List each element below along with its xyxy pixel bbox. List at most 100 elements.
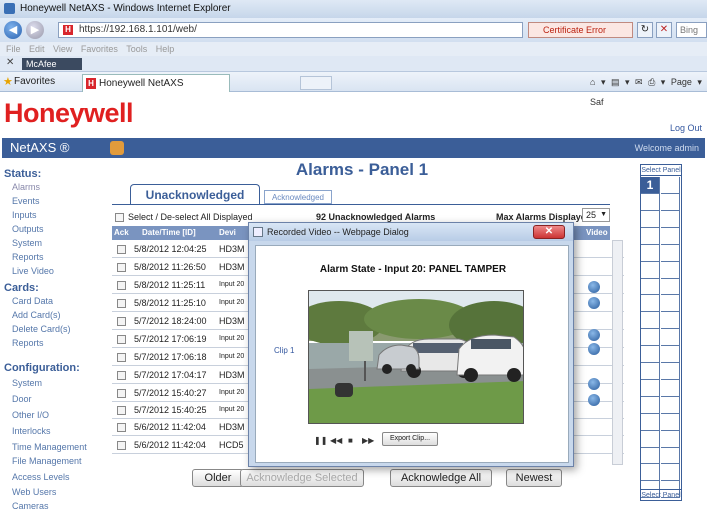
sidebar-item-live-video[interactable]: Live Video: [12, 266, 54, 276]
sidebar-item-cameras[interactable]: Cameras: [12, 501, 49, 511]
feeds-icon[interactable]: ▤: [611, 77, 620, 87]
home-icon[interactable]: [110, 141, 124, 155]
panel-cell[interactable]: [641, 227, 660, 245]
panel-cell[interactable]: [661, 379, 680, 397]
panel-cell[interactable]: [661, 210, 680, 228]
safety-menu[interactable]: Saf: [590, 97, 604, 107]
acknowledge-all-button[interactable]: Acknowledge All: [390, 469, 492, 487]
sidebar-item-reports[interactable]: Reports: [12, 252, 44, 262]
fast-forward-icon[interactable]: ▶▶: [362, 436, 374, 445]
row-checkbox[interactable]: [117, 245, 126, 254]
max-alarms-select[interactable]: 25 ▼: [582, 208, 610, 222]
table-scrollbar[interactable]: [612, 240, 623, 465]
play-video-icon[interactable]: [588, 394, 600, 406]
browser-tab[interactable]: H Honeywell NetAXS: [82, 74, 230, 92]
row-checkbox[interactable]: [117, 263, 126, 272]
panel-cell[interactable]: [641, 430, 660, 448]
panel-cell[interactable]: [641, 379, 660, 397]
sidebar-item-file-management[interactable]: File Management: [12, 456, 82, 466]
panel-cell-selected[interactable]: 1: [641, 177, 660, 194]
panel-cell[interactable]: [661, 447, 680, 465]
panel-cell[interactable]: [661, 278, 680, 296]
sidebar-item-card-reports[interactable]: Reports: [12, 338, 44, 348]
panel-cell[interactable]: [641, 329, 660, 347]
panel-cell[interactable]: [641, 261, 660, 279]
close-toolbar-icon[interactable]: ✕: [6, 57, 14, 68]
select-all-checkbox[interactable]: [115, 213, 124, 223]
panel-cell[interactable]: [661, 413, 680, 431]
menu-bar[interactable]: File Edit View Favorites Tools Help: [0, 42, 707, 56]
panel-cell[interactable]: [661, 193, 680, 211]
play-video-icon[interactable]: [588, 343, 600, 355]
sidebar-item-inputs[interactable]: Inputs: [12, 210, 37, 220]
sidebar-item-access-levels[interactable]: Access Levels: [12, 472, 70, 482]
sidebar-item-other-io[interactable]: Other I/O: [12, 410, 49, 420]
row-checkbox[interactable]: [117, 371, 126, 380]
panel-cell[interactable]: [641, 362, 660, 380]
panel-cell[interactable]: [661, 261, 680, 279]
home-icon[interactable]: ⌂: [590, 77, 595, 87]
sidebar-item-system[interactable]: System: [12, 238, 42, 248]
address-bar[interactable]: H https://192.168.1.101/web/: [58, 22, 523, 38]
row-checkbox[interactable]: [117, 389, 126, 398]
sidebar-item-delete-cards[interactable]: Delete Card(s): [12, 324, 71, 334]
refresh-icon[interactable]: ↻: [637, 22, 653, 38]
panel-cell[interactable]: [641, 244, 660, 262]
stop-icon[interactable]: ■: [348, 436, 353, 445]
menu-items[interactable]: File Edit View Favorites Tools Help: [6, 44, 174, 54]
older-button[interactable]: Older: [192, 469, 244, 487]
sidebar-item-config-system[interactable]: System: [12, 378, 42, 388]
rewind-icon[interactable]: ◀◀: [330, 436, 342, 445]
panel-cell[interactable]: [661, 329, 680, 347]
panel-cell[interactable]: [641, 413, 660, 431]
sidebar-item-card-data[interactable]: Card Data: [12, 296, 53, 306]
play-video-icon[interactable]: [588, 329, 600, 341]
panel-cell[interactable]: [641, 447, 660, 465]
panel-cell[interactable]: [661, 295, 680, 313]
forward-icon[interactable]: ▶: [26, 21, 44, 39]
sidebar-item-events[interactable]: Events: [12, 196, 40, 206]
sidebar-item-door[interactable]: Door: [12, 394, 32, 404]
acknowledge-selected-button[interactable]: Acknowledge Selected: [240, 469, 364, 487]
panel-cell[interactable]: [641, 210, 660, 228]
panel-cell[interactable]: [641, 278, 660, 296]
play-video-icon[interactable]: [588, 297, 600, 309]
sidebar-item-interlocks[interactable]: Interlocks: [12, 426, 51, 436]
panel-cell[interactable]: [661, 312, 680, 330]
panel-cell[interactable]: [661, 346, 680, 363]
panel-cell[interactable]: [661, 177, 680, 194]
search-input[interactable]: Bing: [676, 22, 707, 38]
row-checkbox[interactable]: [117, 353, 126, 362]
favorites-button[interactable]: Favorites: [14, 72, 55, 92]
panel-cell[interactable]: [661, 227, 680, 245]
new-tab-button[interactable]: [300, 76, 332, 90]
panel-cell[interactable]: [641, 312, 660, 330]
row-checkbox[interactable]: [117, 423, 126, 432]
logout-link[interactable]: Log Out: [670, 123, 702, 133]
panel-cell[interactable]: [661, 396, 680, 414]
panel-cell[interactable]: [661, 464, 680, 482]
mcafee-button[interactable]: McAfee: [22, 58, 82, 70]
panel-cell[interactable]: [661, 244, 680, 262]
panel-cell[interactable]: [641, 193, 660, 211]
print-icon[interactable]: ⎙: [648, 77, 655, 87]
certificate-error-badge[interactable]: Certificate Error: [528, 22, 633, 38]
pause-icon[interactable]: ❚❚: [314, 436, 327, 445]
play-video-icon[interactable]: [588, 281, 600, 293]
row-checkbox[interactable]: [117, 406, 126, 415]
sidebar-item-outputs[interactable]: Outputs: [12, 224, 44, 234]
clip-link[interactable]: Clip 1: [274, 346, 294, 355]
row-checkbox[interactable]: [117, 281, 126, 290]
panel-cell[interactable]: [641, 464, 660, 482]
row-checkbox[interactable]: [117, 335, 126, 344]
stop-icon[interactable]: ✕: [656, 22, 672, 38]
row-checkbox[interactable]: [117, 317, 126, 326]
newest-button[interactable]: Newest: [506, 469, 562, 487]
panel-cell[interactable]: [661, 430, 680, 448]
panel-cell[interactable]: [661, 362, 680, 380]
sidebar-item-add-cards[interactable]: Add Card(s): [12, 310, 61, 320]
play-video-icon[interactable]: [588, 378, 600, 390]
sidebar-item-alarms[interactable]: Alarms: [12, 182, 40, 192]
page-menu[interactable]: Page: [671, 77, 692, 87]
panel-cell[interactable]: [641, 396, 660, 414]
